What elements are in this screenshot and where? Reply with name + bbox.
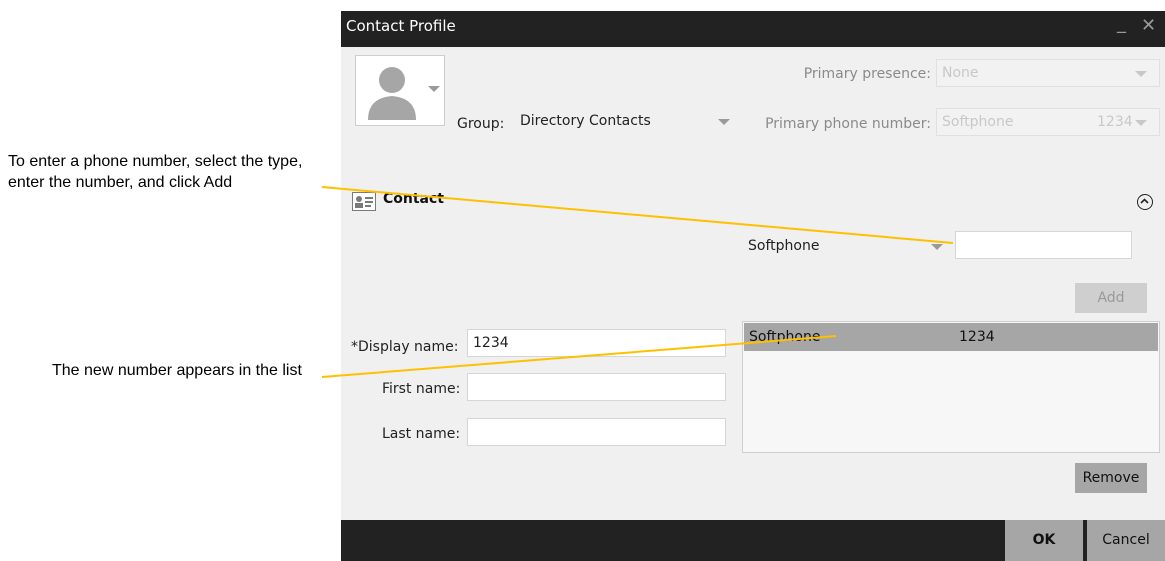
first-name-field[interactable]	[467, 373, 726, 401]
phone-type-select[interactable]: Softphone	[742, 232, 950, 260]
avatar-picker[interactable]	[355, 55, 445, 126]
chevron-down-icon	[931, 244, 943, 250]
ok-button[interactable]: OK	[1005, 520, 1083, 561]
primary-presence-label: Primary presence:	[803, 66, 931, 82]
group-select-value: Directory Contacts	[520, 113, 651, 129]
primary-phone-select[interactable]: Softphone 1234	[936, 108, 1160, 136]
collapse-section-icon[interactable]	[1137, 194, 1153, 210]
chevron-down-icon	[1135, 71, 1147, 77]
chevron-down-icon	[718, 119, 730, 125]
annotation-phone-instructions: To enter a phone number, select the type…	[8, 153, 303, 191]
phone-number-input[interactable]	[955, 231, 1132, 259]
display-name-field[interactable]	[467, 329, 726, 357]
phone-type-value: Softphone	[748, 238, 820, 254]
list-item-number: 1234	[959, 329, 995, 345]
list-item-type: Softphone	[749, 329, 821, 345]
primary-presence-value: None	[942, 65, 979, 81]
group-label: Group:	[457, 116, 505, 132]
primary-phone-type: Softphone	[942, 114, 1014, 130]
title-bar: Contact Profile _ ✕	[341, 11, 1165, 47]
primary-phone-number: 1234	[1097, 114, 1133, 130]
annotation-list-note: The new number appears in the list	[52, 362, 302, 379]
display-name-label: *Display name:	[351, 339, 459, 355]
primary-presence-select[interactable]: None	[936, 59, 1160, 87]
screenshot-canvas: To enter a phone number, select the type…	[0, 0, 1165, 561]
chevron-down-icon	[428, 86, 440, 92]
add-button[interactable]: Add	[1075, 283, 1147, 313]
remove-button[interactable]: Remove	[1075, 463, 1147, 493]
contact-card-icon	[352, 192, 376, 211]
phone-number-list[interactable]: Softphone 1234	[742, 321, 1160, 453]
group-select[interactable]: Directory Contacts	[514, 107, 737, 135]
dialog-title: Contact Profile	[346, 17, 456, 35]
last-name-field[interactable]	[467, 418, 726, 446]
first-name-label: First name:	[382, 381, 461, 397]
contact-profile-dialog: Contact Profile _ ✕ Group: Directory Con…	[341, 11, 1165, 561]
chevron-down-icon	[1135, 120, 1147, 126]
last-name-label: Last name:	[382, 426, 461, 442]
list-item[interactable]: Softphone 1234	[744, 323, 1158, 351]
cancel-button[interactable]: Cancel	[1087, 520, 1165, 561]
minimize-icon[interactable]: _	[1117, 13, 1126, 34]
close-icon[interactable]: ✕	[1141, 15, 1156, 36]
primary-phone-label: Primary phone number:	[765, 116, 931, 132]
section-title: Contact	[383, 191, 444, 207]
